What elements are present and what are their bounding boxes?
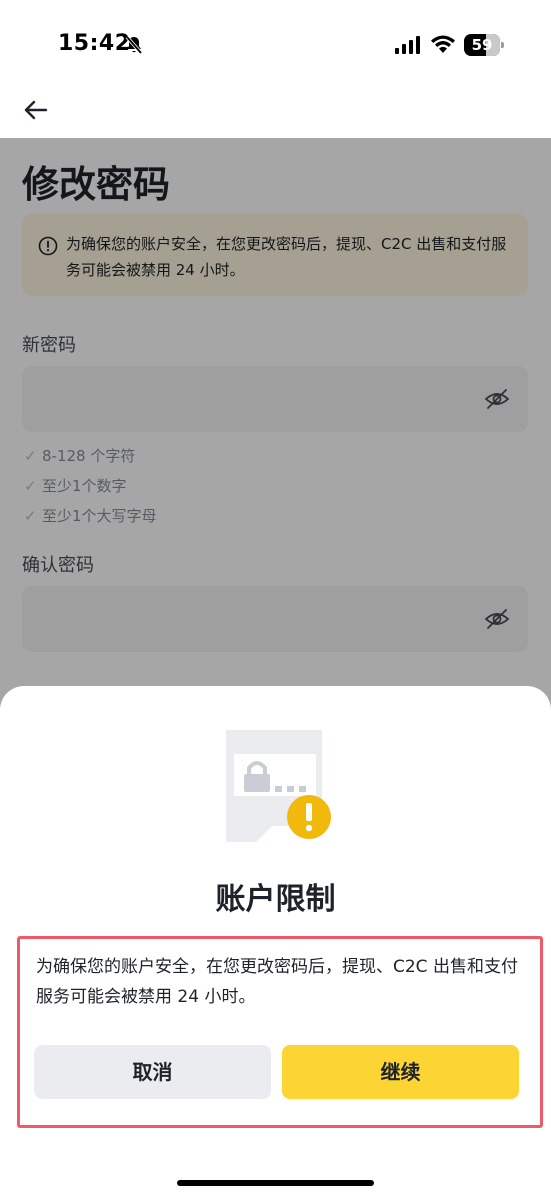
wifi-icon <box>431 35 455 53</box>
sheet-message: 为确保您的账户安全，在您更改密码后，提现、C2C 出售和支付服务可能会被禁用 2… <box>36 957 518 1007</box>
home-indicator <box>177 1180 374 1186</box>
dialog-content-highlight: 为确保您的账户安全，在您更改密码后，提现、C2C 出售和支付服务可能会被禁用 2… <box>17 936 543 1128</box>
cancel-button[interactable]: 取消 <box>34 1045 271 1099</box>
account-restriction-sheet: 账户限制 为确保您的账户安全，在您更改密码后，提现、C2C 出售和支付服务可能会… <box>0 686 551 1200</box>
battery-indicator: 59 <box>464 34 504 56</box>
continue-button[interactable]: 继续 <box>282 1045 519 1099</box>
status-time: 15:42 <box>58 31 131 56</box>
arrow-left-icon[interactable] <box>22 96 50 124</box>
sheet-title: 账户限制 <box>215 882 336 917</box>
top-nav <box>0 90 551 138</box>
cellular-signal-icon <box>395 36 420 54</box>
battery-level: 59 <box>471 36 493 54</box>
locked-password-illustration-icon <box>226 730 331 842</box>
bell-slash-icon <box>125 35 143 55</box>
status-bar: 15:42 59 <box>0 0 551 90</box>
